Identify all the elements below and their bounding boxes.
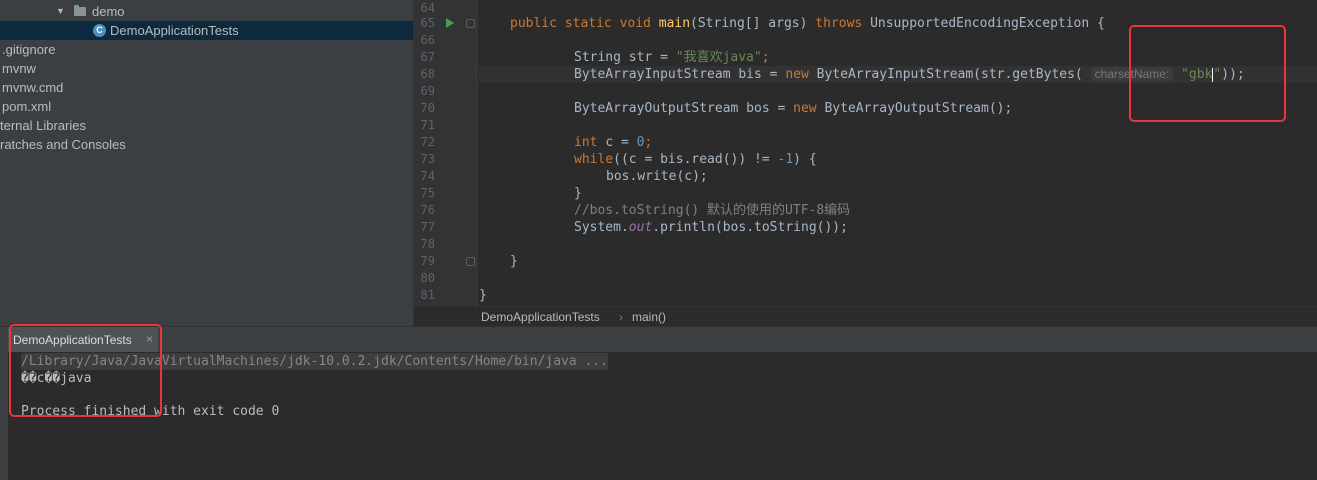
code-line-81: } [479,288,487,303]
line-number: 69 [420,84,435,98]
keyword: new [785,67,817,82]
keyword: new [793,101,825,116]
code-text: ByteArrayInputStream bis = [574,67,786,82]
code-line-67: String str = "我喜欢java"; [574,49,770,66]
code-line-79: } [510,254,518,269]
tree-item-label: demo [92,4,125,19]
breadcrumb: DemoApplicationTests › main() [414,306,1317,327]
line-number: 76 [420,203,435,217]
highlight-box-output [9,324,162,417]
code-text: ) { [793,152,817,167]
tree-item-external-libraries[interactable]: ternal Libraries [0,116,413,135]
tree-item-label: mvnw.cmd [2,80,64,95]
tree-item-mvnw-cmd[interactable]: mvnw.cmd [0,78,413,97]
folder-icon [74,5,86,16]
code-text: ByteArrayOutputStream bos = [574,101,794,116]
highlight-box-charset [1129,25,1286,122]
keyword: while [574,152,614,167]
code-text: UnsupportedEncodingException { [870,16,1105,31]
code-line-70: ByteArrayOutputStream bos = new ByteArra… [574,100,1012,117]
code-line-74: bos.write(c); [606,169,708,184]
keyword: int [574,135,606,150]
project-tree: ▼ demo C DemoApplicationTests .gitignore… [0,0,413,326]
code-text: .println(bos.toString()); [652,220,848,235]
code-line-65: public static void main(String[] args) t… [510,15,1105,32]
code-text: ByteArrayOutputStream(); [824,101,1013,116]
line-number: 68 [420,67,435,81]
code-line-76-comment: //bos.toString() 默认的使用的UTF-8编码 [574,203,851,218]
method-name: main [658,16,691,31]
code-text: ; [644,135,653,150]
code-line-77: System.out.println(bos.toString()); [574,219,848,236]
line-number: 78 [420,237,435,251]
code-line-75: } [574,186,582,201]
line-number: 73 [420,152,435,166]
tree-item-label: DemoApplicationTests [110,23,239,38]
line-number: 74 [420,169,435,183]
line-number: 66 [420,33,435,47]
code-text: ; [761,50,770,65]
class-icon: C [93,24,106,37]
fold-marker-icon[interactable] [466,257,475,266]
line-number: 65 [420,16,435,30]
code-text: String str = [574,50,676,65]
keyword: public static void [510,16,659,31]
run-gutter-icon[interactable] [446,18,454,28]
line-number: 75 [420,186,435,200]
tree-item-gitignore[interactable]: .gitignore [0,40,413,59]
tree-item-pom-xml[interactable]: pom.xml [0,97,413,116]
tree-item-label: .gitignore [2,42,56,57]
tree-item-demo-application-tests[interactable]: C DemoApplicationTests [0,21,413,40]
tree-item-scratches[interactable]: ratches and Consoles [0,135,413,154]
code-text: c = [605,135,637,150]
line-number: 77 [420,220,435,234]
line-number: 67 [420,50,435,64]
console-output[interactable]: /Library/Java/JavaVirtualMachines/jdk-10… [8,352,1317,480]
expand-arrow-icon[interactable]: ▼ [56,2,65,21]
tree-item-label: ratches and Consoles [0,137,126,152]
keyword: throws [815,16,871,31]
static-field: out [628,220,653,235]
tree-item-mvnw[interactable]: mvnw [0,59,413,78]
tree-item-label: mvnw [2,61,36,76]
code-text: (String[] args) [690,16,816,31]
code-text: ByteArrayInputStream(str.getBytes( [816,67,1083,82]
line-number: 71 [420,118,435,132]
line-number: 80 [420,271,435,285]
code-line-72: int c = 0; [574,134,652,151]
fold-marker-icon[interactable] [466,19,475,28]
code-text: System. [574,220,629,235]
line-number: 72 [420,135,435,149]
line-number: 79 [420,254,435,268]
tree-item-label: ternal Libraries [0,118,86,133]
run-toolbar [0,352,8,480]
line-number: 70 [420,101,435,115]
breadcrumb-method[interactable]: main() [632,310,666,324]
gutter-separator [476,0,477,306]
tree-item-demo[interactable]: ▼ demo [0,2,413,21]
code-line-73: while((c = bis.read()) != -1) { [574,151,817,168]
tree-item-label: pom.xml [2,99,52,114]
code-text: ((c = bis.read()) != [613,152,778,167]
line-number: 81 [420,288,435,302]
breadcrumb-class[interactable]: DemoApplicationTests [481,310,600,324]
run-tab-bar: DemoApplicationTests × [0,327,1317,353]
string-literal: "我喜欢java" [675,50,762,65]
number-literal: -1 [777,152,794,167]
breadcrumb-separator: › [619,310,623,324]
